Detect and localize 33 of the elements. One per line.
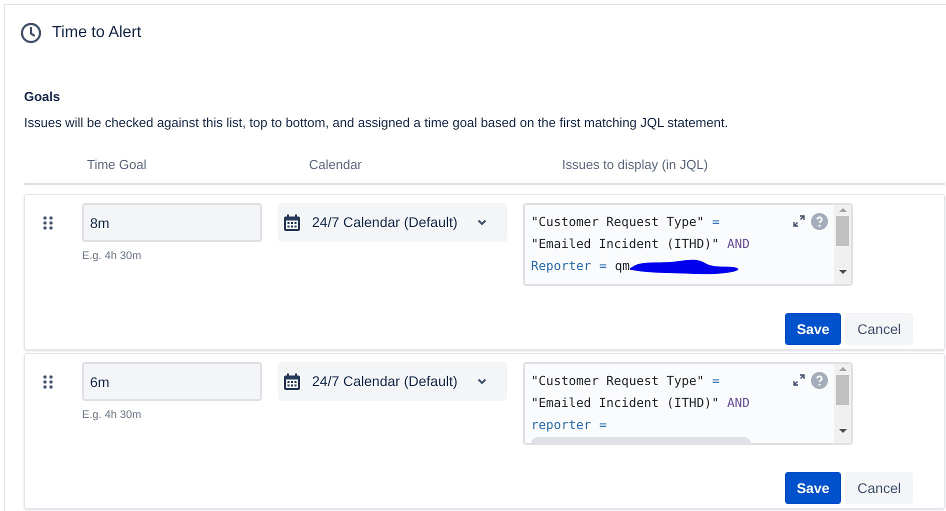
jql-token: = <box>599 416 607 434</box>
jql-token: "Customer Request Type" <box>531 213 704 231</box>
calendar-select[interactable]: 24/7 Calendar (Default) <box>278 203 507 242</box>
time-goal-field[interactable]: 8m <box>82 203 262 242</box>
calendar-value: 24/7 Calendar (Default) <box>312 372 459 391</box>
column-header: Time Goal <box>86 156 148 174</box>
section-title: Time to Alert <box>52 23 142 43</box>
jql-token: reporter <box>531 416 592 434</box>
column-header: Issues to display (in JQL) <box>562 156 708 174</box>
jql-token: = <box>599 257 607 275</box>
calendar-value: 24/7 Calendar (Default) <box>312 213 459 232</box>
jql-token: qm <box>614 257 630 275</box>
time-goal-field[interactable]: 6m <box>82 362 262 401</box>
field-hint: E.g. 4h 30m <box>82 249 142 264</box>
cancel-button[interactable]: Cancel <box>845 313 913 345</box>
column-header: Calendar <box>309 156 363 174</box>
save-button[interactable]: Save <box>784 472 842 504</box>
jql-token: "Customer Request Type" <box>531 372 704 390</box>
jql-editor[interactable]: "Customer Request Type" = "Emailed Incident (ITHD)" AND Reporter = qm <box>523 203 853 286</box>
calendar-select[interactable]: 24/7 Calendar (Default) <box>278 362 507 401</box>
field-hint: E.g. 4h 30m <box>82 408 142 423</box>
jql-token: "Emailed Incident (ITHD)" <box>531 394 720 412</box>
goals-description: Issues will be checked against this list, top to bottom, and assigned a time goal based on the first matching JQL statement. <box>24 114 730 131</box>
cancel-button[interactable]: Cancel <box>845 472 913 504</box>
jql-editor[interactable]: "Customer Request Type" = "Emailed Incident (ITHD)" AND reporter = <box>523 362 853 445</box>
save-button[interactable]: Save <box>784 313 842 345</box>
jql-token: Reporter <box>531 257 592 275</box>
jql-token: = <box>712 213 720 231</box>
jql-token: AND <box>727 235 750 253</box>
jql-token: AND <box>727 394 750 412</box>
jql-token: "Emailed Incident (ITHD)" <box>531 235 720 253</box>
jql-token: = <box>712 372 720 390</box>
goals-heading: Goals <box>24 88 62 105</box>
